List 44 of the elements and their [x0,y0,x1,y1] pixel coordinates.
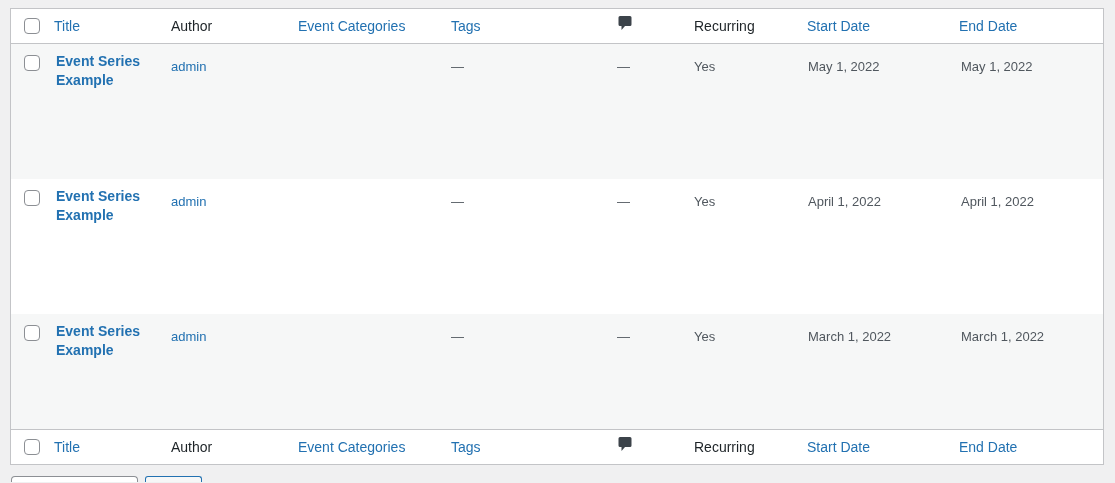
end-date-cell: April 1, 2022 [961,194,1034,209]
column-header: Author [171,18,213,34]
column-header-link[interactable]: Event Categories [298,439,406,455]
column-header-link[interactable]: End Date [959,18,1018,34]
column-header: Recurring [694,439,755,455]
checkbox[interactable] [24,325,40,341]
comments-cell: — [617,194,630,209]
recurring-cell: Yes [694,194,716,209]
comment-icon [618,15,632,31]
checkbox[interactable] [24,18,40,34]
column-header-link[interactable]: Start Date [807,18,871,34]
post-title-link[interactable]: Event Series Example [56,322,156,360]
column-header-link[interactable]: End Date [959,439,1018,455]
checkbox[interactable] [24,190,40,206]
tags-cell: — [451,194,464,209]
column-header: Recurring [694,18,755,34]
column-header-link[interactable]: Tags [451,18,481,34]
column-header-link[interactable]: Tags [451,439,481,455]
start-date-cell: March 1, 2022 [808,329,892,344]
column-header: Author [171,439,213,455]
start-date-cell: April 1, 2022 [808,194,881,209]
apply-button[interactable] [145,476,202,482]
author-link[interactable]: admin [171,59,207,74]
start-date-cell: May 1, 2022 [808,59,880,74]
recurring-cell: Yes [694,59,716,74]
end-date-cell: March 1, 2022 [961,329,1045,344]
checkbox[interactable] [24,439,40,455]
tags-cell: — [451,59,464,74]
tags-cell: — [451,329,464,344]
column-header-link[interactable]: Title [54,439,80,455]
bulk-actions-dropdown[interactable] [11,476,138,482]
post-title-link[interactable]: Event Series Example [56,187,156,225]
author-link[interactable]: admin [171,329,207,344]
column-header-link[interactable]: Start Date [807,439,871,455]
recurring-cell: Yes [694,329,716,344]
checkbox[interactable] [24,55,40,71]
post-title-link[interactable]: Event Series Example [56,52,156,90]
comments-cell: — [617,329,630,344]
comment-icon [618,436,632,452]
comments-cell: — [617,59,630,74]
author-link[interactable]: admin [171,194,207,209]
end-date-cell: May 1, 2022 [961,59,1033,74]
column-header-link[interactable]: Title [54,18,80,34]
column-header-link[interactable]: Event Categories [298,18,406,34]
